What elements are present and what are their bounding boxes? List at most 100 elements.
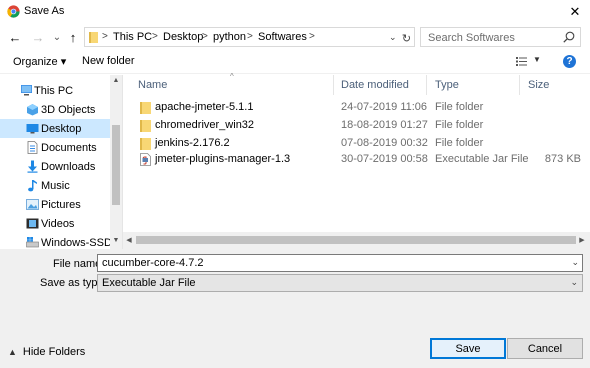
file-size: 873 KB: [544, 153, 581, 165]
column-header-type[interactable]: Type: [435, 75, 525, 95]
videos-icon: [26, 218, 39, 229]
view-options-icon[interactable]: [516, 56, 527, 67]
breadcrumb-separator: >: [102, 31, 108, 42]
window-title: Save As: [24, 5, 65, 17]
tree-item-pictures[interactable]: Pictures: [0, 195, 110, 214]
file-type: File folder: [435, 137, 484, 149]
folder-icon: [89, 32, 98, 43]
folder-icon: [140, 120, 151, 132]
file-row[interactable]: chromedriver_win32 18-08-2019 01:27 File…: [123, 117, 578, 134]
file-name: apache-jmeter-5.1.1: [155, 101, 254, 113]
scroll-down-icon[interactable]: ▼: [110, 237, 122, 244]
music-icon: [28, 180, 37, 192]
horizontal-scrollbar[interactable]: ◀ ▶: [123, 232, 590, 249]
pc-icon: [21, 85, 32, 96]
file-list: ^ Name Date modified Type Size apache-jm…: [123, 72, 590, 249]
folder-icon: [140, 138, 151, 150]
search-box[interactable]: [420, 27, 581, 47]
downloads-icon: [27, 160, 38, 173]
column-divider[interactable]: [333, 75, 334, 95]
tree-item-label: Pictures: [41, 198, 81, 211]
tree-item-label: 3D Objects: [41, 103, 96, 116]
file-type: File folder: [435, 101, 484, 113]
folder-icon: [140, 102, 151, 114]
breadcrumb-separator: >: [309, 31, 315, 42]
scroll-left-icon[interactable]: ◀: [123, 236, 135, 244]
column-header-size[interactable]: Size: [528, 75, 578, 95]
documents-icon: [27, 141, 38, 154]
jar-file-icon: [140, 153, 151, 166]
chevron-down-icon[interactable]: ⌄: [571, 257, 579, 268]
breadcrumb-desktop[interactable]: Desktop: [163, 31, 203, 43]
help-icon[interactable]: ?: [563, 55, 576, 68]
save-type-select[interactable]: Executable Jar File ⌄: [97, 274, 583, 292]
tree-item-label: Documents: [41, 141, 97, 154]
drive-icon: [26, 237, 39, 248]
file-name: jenkins-2.176.2: [155, 137, 230, 149]
scrollbar-thumb[interactable]: [136, 236, 576, 244]
title-bar: Save As ✕: [0, 0, 590, 24]
scrollbar-thumb[interactable]: [112, 125, 120, 205]
file-date: 07-08-2019 00:32: [341, 137, 428, 149]
tree-item-3d-objects[interactable]: 3D Objects: [0, 100, 110, 119]
hide-folders-label: Hide Folders: [22, 346, 86, 358]
search-icon[interactable]: [563, 31, 575, 43]
recent-locations-button[interactable]: ⌄: [49, 29, 65, 45]
breadcrumb-separator: >: [152, 31, 158, 42]
search-input[interactable]: [428, 31, 558, 44]
forward-button[interactable]: →: [30, 29, 46, 45]
hide-folders-button[interactable]: ▲ Hide Folders: [8, 346, 85, 358]
column-header-name[interactable]: Name: [138, 75, 338, 95]
file-type: Executable Jar File: [435, 153, 529, 165]
file-type: File folder: [435, 119, 484, 131]
desktop-icon: [26, 124, 39, 134]
view-dropdown-icon[interactable]: ▼: [533, 55, 541, 64]
file-row[interactable]: apache-jmeter-5.1.1 24-07-2019 11:06 Fil…: [123, 99, 578, 116]
tree-item-label: Music: [41, 179, 70, 192]
pictures-icon: [26, 199, 39, 210]
address-dropdown-icon[interactable]: ⌄: [389, 29, 398, 45]
file-name: jmeter-plugins-manager-1.3: [155, 153, 291, 165]
close-button[interactable]: ✕: [560, 0, 590, 24]
up-button[interactable]: ↑: [65, 29, 81, 45]
file-name-field[interactable]: cucumber-core-4.7.2 ⌄: [97, 254, 583, 272]
cube-icon: [27, 104, 38, 116]
breadcrumb-softwares[interactable]: Softwares: [258, 31, 307, 43]
breadcrumb-python[interactable]: python: [213, 31, 246, 43]
column-divider[interactable]: [519, 75, 520, 95]
cancel-button[interactable]: Cancel: [507, 338, 583, 359]
chevron-down-icon: ⌄: [570, 277, 578, 287]
tree-item-label: This PC: [34, 84, 74, 97]
file-name-value: cucumber-core-4.7.2: [102, 257, 204, 269]
chrome-icon: [7, 5, 20, 18]
column-divider[interactable]: [426, 75, 427, 95]
save-button[interactable]: Save: [430, 338, 506, 359]
file-date: 30-07-2019 00:58: [341, 153, 428, 165]
scroll-up-icon[interactable]: ▲: [110, 77, 122, 84]
file-name: chromedriver_win32: [155, 119, 255, 131]
tree-item-desktop[interactable]: Desktop: [0, 119, 110, 138]
file-row[interactable]: jenkins-2.176.2 07-08-2019 00:32 File fo…: [123, 135, 578, 152]
save-type-value: Executable Jar File: [102, 277, 196, 289]
command-toolbar: Organize ▾ New folder ▼ ?: [0, 50, 590, 74]
back-button[interactable]: ←: [7, 29, 23, 45]
tree-item-this-pc[interactable]: This PC: [0, 81, 110, 100]
tree-item-music[interactable]: Music: [0, 176, 110, 195]
navigation-row: ← → ⌄ ↑ > This PC > Desktop > python > S…: [0, 24, 590, 50]
refresh-icon[interactable]: ↻: [401, 32, 412, 45]
breadcrumb-this-pc[interactable]: This PC: [113, 31, 152, 43]
navigation-pane: This PC 3D Objects Desktop Documents Dow…: [0, 75, 127, 249]
navigation-scrollbar[interactable]: ▲ ▼: [110, 75, 122, 249]
organize-button[interactable]: Organize ▾: [13, 55, 66, 68]
scroll-right-icon[interactable]: ▶: [576, 236, 588, 244]
tree-item-documents[interactable]: Documents: [0, 138, 110, 157]
breadcrumb-separator: >: [247, 31, 253, 42]
address-bar[interactable]: > This PC > Desktop > python > Softwares…: [84, 27, 415, 47]
chevron-up-icon: ▲: [8, 347, 17, 357]
column-header-date[interactable]: Date modified: [341, 75, 431, 95]
tree-item-videos[interactable]: Videos: [0, 214, 110, 233]
file-date: 24-07-2019 11:06: [341, 101, 428, 113]
file-row[interactable]: jmeter-plugins-manager-1.3 30-07-2019 00…: [123, 151, 581, 168]
new-folder-button[interactable]: New folder: [82, 55, 135, 67]
tree-item-downloads[interactable]: Downloads: [0, 157, 110, 176]
